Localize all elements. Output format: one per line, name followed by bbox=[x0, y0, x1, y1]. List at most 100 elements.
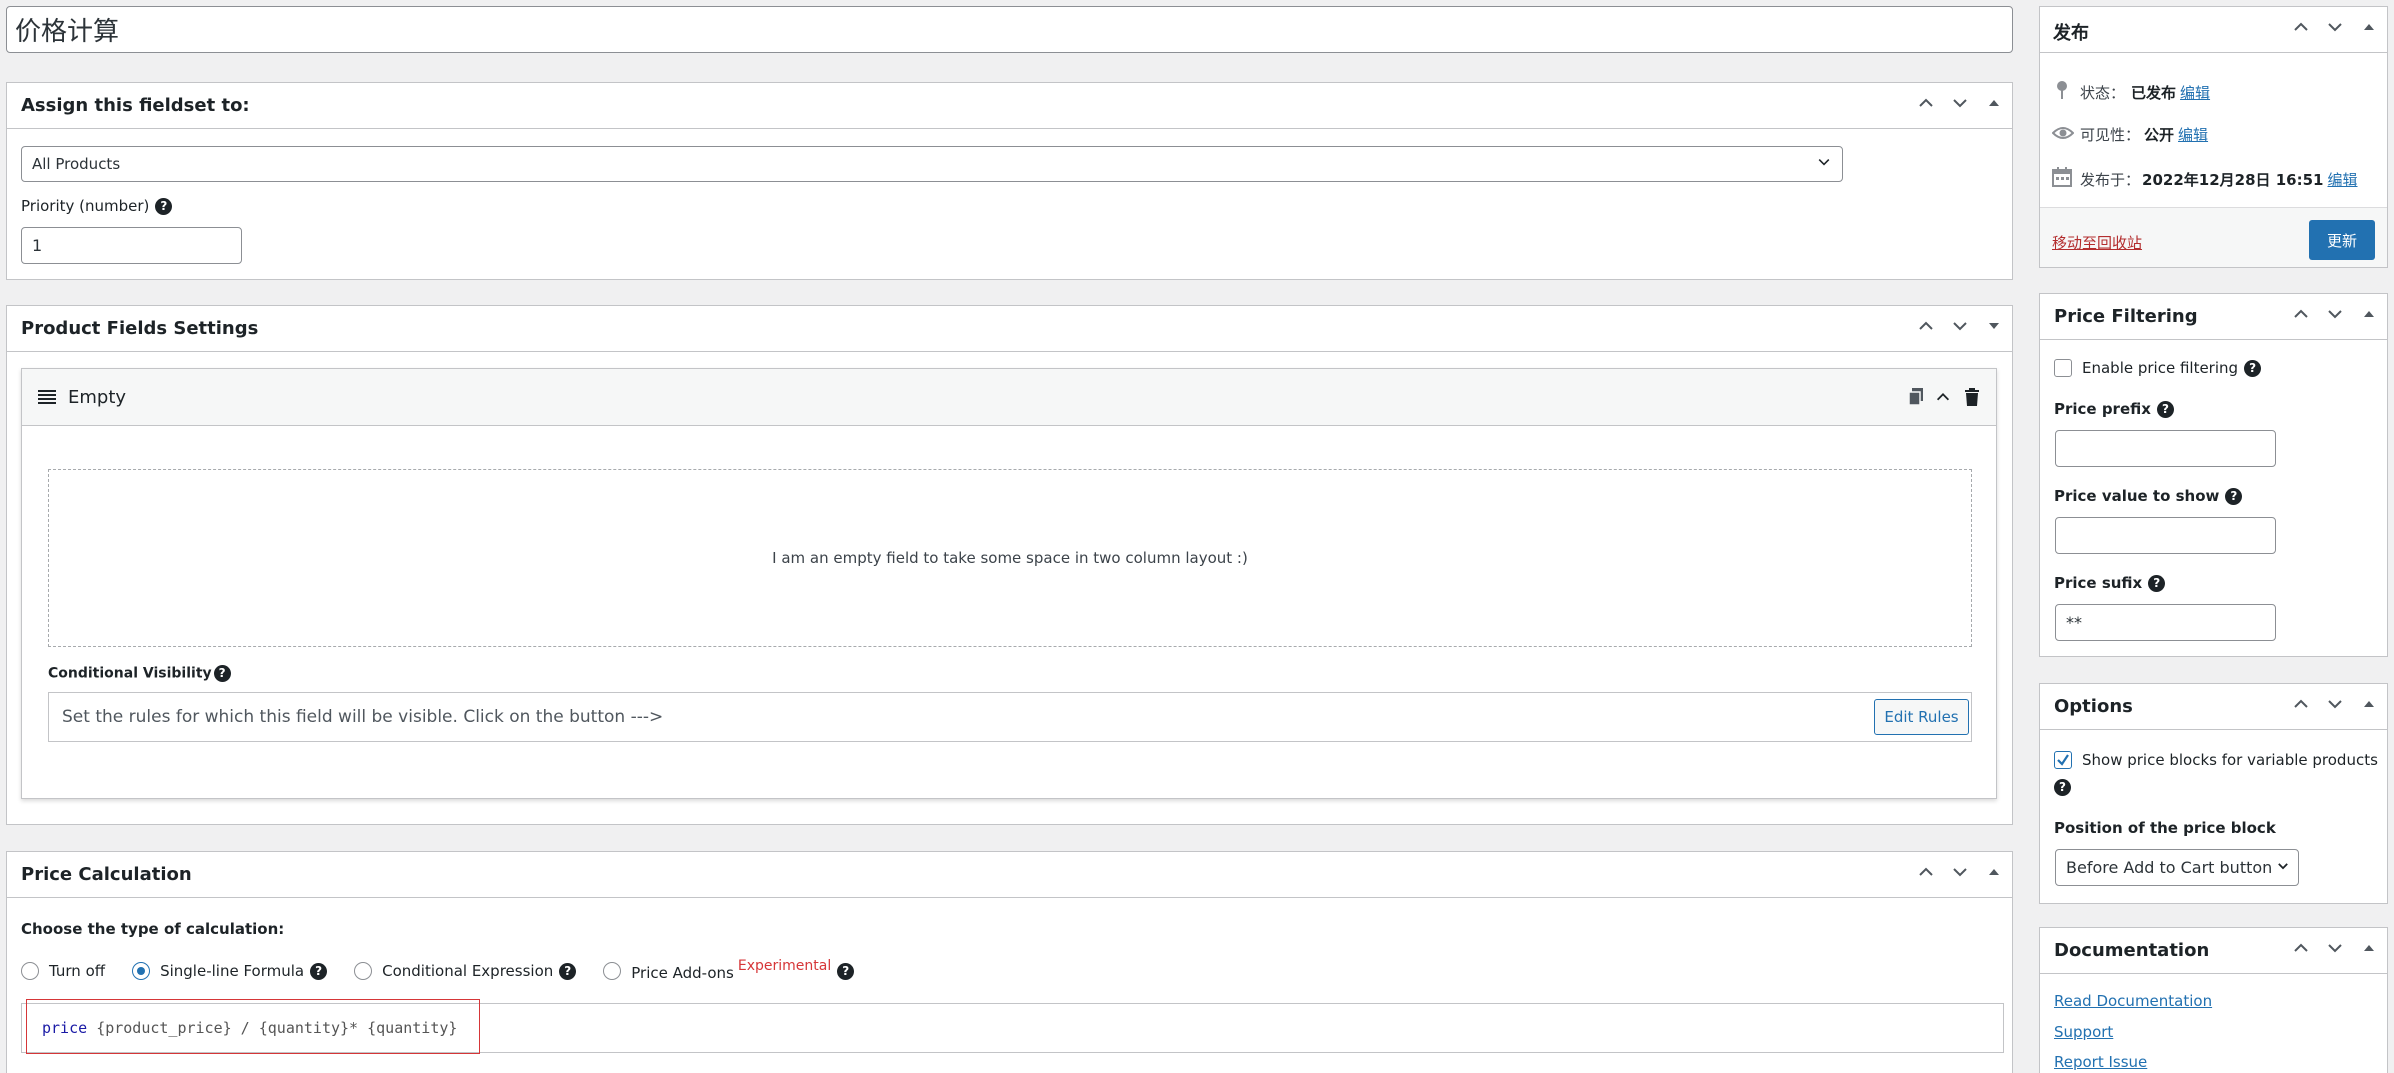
status-label: 状态： bbox=[2080, 83, 2126, 102]
toggle-panel-icon[interactable] bbox=[1984, 93, 2004, 113]
help-icon[interactable]: ? bbox=[559, 962, 577, 980]
published-label: 发布于： bbox=[2080, 170, 2141, 189]
update-button-label: 更新 bbox=[2326, 231, 2357, 250]
help-icon[interactable]: ? bbox=[213, 665, 231, 682]
edit-visibility-link[interactable]: 编辑 bbox=[2178, 124, 2208, 145]
cond-vis-field: Set the rules for which this field will … bbox=[48, 692, 1972, 742]
post-title-text: 价格计算 bbox=[15, 17, 120, 47]
radio-conditional-expression[interactable] bbox=[354, 962, 373, 980]
duplicate-icon[interactable] bbox=[1908, 388, 1924, 410]
documentation-box: Documentation Read Documentation Support… bbox=[2039, 927, 2388, 1073]
move-up-icon[interactable] bbox=[1916, 316, 1936, 336]
position-select-value: Before Add to Cart button bbox=[2066, 858, 2273, 877]
experimental-badge: Experimental bbox=[737, 958, 832, 974]
field-name: Empty bbox=[68, 387, 127, 408]
radio-single-line-formula[interactable] bbox=[132, 962, 151, 980]
move-to-trash-link[interactable]: 移动至回收站 bbox=[2052, 232, 2142, 253]
show-blocks-row: Show price blocks for variable products bbox=[2054, 751, 2378, 769]
price-prefix-input[interactable] bbox=[2055, 430, 2276, 467]
value-label: Price value to show bbox=[2054, 487, 2220, 505]
toggle-panel-icon[interactable] bbox=[2359, 17, 2379, 37]
enable-filtering-label: Enable price filtering bbox=[2082, 359, 2239, 377]
assign-select[interactable]: All Products bbox=[21, 146, 1843, 182]
position-select[interactable]: Before Add to Cart button bbox=[2055, 849, 2299, 886]
move-up-icon[interactable] bbox=[2291, 17, 2311, 37]
post-title-input[interactable]: 价格计算 bbox=[6, 6, 2013, 53]
help-icon[interactable]: ? bbox=[310, 962, 328, 980]
priority-label: Priority (number) bbox=[21, 197, 150, 215]
cond-vis-label: Conditional Visibility bbox=[48, 665, 212, 682]
move-up-icon[interactable] bbox=[2291, 938, 2311, 958]
product-fields-header: Product Fields Settings bbox=[7, 306, 2012, 352]
price-value-input[interactable] bbox=[2055, 517, 2276, 554]
pin-icon bbox=[2054, 80, 2070, 104]
value-label-row: Price value to show? bbox=[2054, 487, 2243, 505]
formula-editor[interactable]: price {product_price} / {quantity}* {qua… bbox=[21, 999, 2004, 1054]
help-icon[interactable]: ? bbox=[2156, 401, 2174, 418]
priority-label-row: Priority (number)? bbox=[21, 197, 173, 215]
option-single-line-label: Single-line Formula bbox=[160, 962, 305, 980]
move-up-icon[interactable] bbox=[2291, 304, 2311, 324]
field-card: Empty I am an empty field to take some s… bbox=[21, 368, 1997, 799]
help-icon[interactable]: ? bbox=[2054, 779, 2071, 796]
help-icon[interactable]: ? bbox=[155, 198, 173, 215]
empty-field-area: I am an empty field to take some space i… bbox=[48, 469, 1972, 647]
move-down-icon[interactable] bbox=[2325, 17, 2345, 37]
toggle-panel-icon[interactable] bbox=[1984, 316, 2004, 336]
edit-status-link[interactable]: 编辑 bbox=[2180, 82, 2210, 103]
move-up-icon[interactable] bbox=[1916, 93, 1936, 113]
visibility-row: 可见性： 公开 编辑 bbox=[2051, 124, 2208, 145]
enable-filtering-checkbox[interactable] bbox=[2054, 359, 2072, 377]
toggle-panel-icon[interactable] bbox=[2359, 938, 2379, 958]
publish-box: 发布 状态： 已发布 编辑 可见性： 公开 编辑 发布于： 2022年12月28… bbox=[2039, 6, 2388, 268]
price-filtering-box: Price Filtering Enable price filtering ?… bbox=[2039, 293, 2388, 657]
status-value: 已发布 bbox=[2131, 83, 2177, 102]
formula-expression: {product_price} / {quantity}* {quantity} bbox=[96, 1019, 458, 1037]
priority-input[interactable]: 1 bbox=[21, 227, 242, 264]
move-up-icon[interactable] bbox=[2291, 694, 2311, 714]
price-suffix-value: ** bbox=[2066, 613, 2082, 632]
priority-value: 1 bbox=[32, 236, 43, 255]
update-button[interactable]: 更新 bbox=[2309, 220, 2375, 260]
documentation-title: Documentation bbox=[2054, 940, 2210, 961]
move-down-icon[interactable] bbox=[1950, 93, 1970, 113]
move-down-icon[interactable] bbox=[2325, 304, 2345, 324]
move-up-icon[interactable] bbox=[1916, 862, 1936, 882]
move-down-icon[interactable] bbox=[1950, 862, 1970, 882]
formula-text: price {product_price} / {quantity}* {qua… bbox=[42, 1019, 457, 1037]
publish-header: 发布 bbox=[2040, 7, 2387, 53]
price-calculation-box: Price Calculation Choose the type of cal… bbox=[6, 851, 2013, 1073]
show-blocks-checkbox[interactable] bbox=[2054, 751, 2072, 769]
help-icon[interactable]: ? bbox=[2244, 359, 2262, 377]
price-calculation-title: Price Calculation bbox=[21, 864, 192, 885]
visibility-value: 公开 bbox=[2144, 126, 2175, 144]
chevron-down-icon bbox=[1816, 154, 1832, 174]
move-down-icon[interactable] bbox=[2325, 694, 2345, 714]
drag-handle-icon[interactable] bbox=[38, 389, 56, 409]
help-icon[interactable]: ? bbox=[837, 962, 855, 980]
move-down-icon[interactable] bbox=[1950, 316, 1970, 336]
collapse-icon[interactable] bbox=[1934, 388, 1952, 410]
radio-price-add-ons[interactable] bbox=[603, 962, 622, 980]
toggle-panel-icon[interactable] bbox=[1984, 862, 2004, 882]
edit-rules-label: Edit Rules bbox=[1884, 708, 1959, 726]
report-issue-link[interactable]: Report Issue bbox=[2054, 1053, 2147, 1071]
toggle-panel-icon[interactable] bbox=[2359, 694, 2379, 714]
price-filtering-title: Price Filtering bbox=[2054, 306, 2198, 327]
field-card-header[interactable]: Empty bbox=[22, 369, 1996, 426]
help-icon[interactable]: ? bbox=[2148, 575, 2166, 592]
price-suffix-input[interactable]: ** bbox=[2055, 604, 2276, 641]
read-documentation-link[interactable]: Read Documentation bbox=[2054, 992, 2212, 1010]
edit-date-link[interactable]: 编辑 bbox=[2327, 169, 2357, 190]
support-link[interactable]: Support bbox=[2054, 1023, 2113, 1041]
enable-filtering-row: Enable price filtering ? bbox=[2054, 359, 2262, 377]
move-down-icon[interactable] bbox=[2325, 938, 2345, 958]
option-conditional-label: Conditional Expression bbox=[382, 962, 554, 980]
trash-icon[interactable] bbox=[1964, 388, 1980, 410]
radio-turn-off[interactable] bbox=[21, 962, 39, 980]
edit-rules-button[interactable]: Edit Rules bbox=[1874, 699, 1969, 735]
empty-field-text: I am an empty field to take some space i… bbox=[772, 549, 1248, 567]
toggle-panel-icon[interactable] bbox=[2359, 304, 2379, 324]
help-icon[interactable]: ? bbox=[2225, 488, 2243, 505]
fieldset-assign-header: Assign this fieldset to: bbox=[7, 83, 2012, 129]
